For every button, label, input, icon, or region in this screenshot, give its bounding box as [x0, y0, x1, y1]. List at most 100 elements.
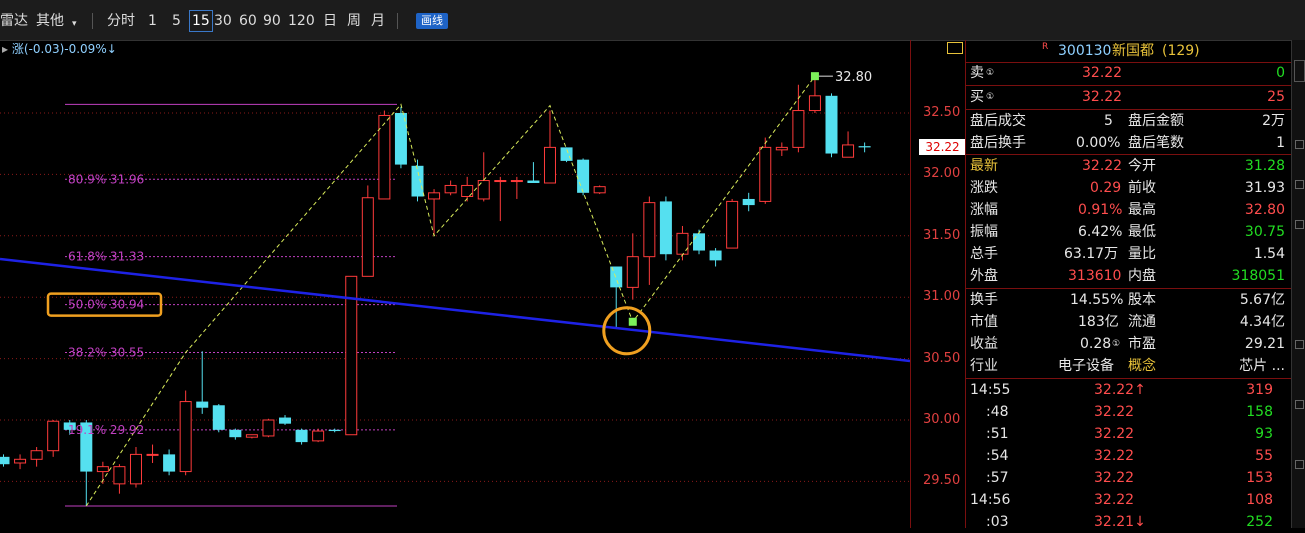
stock-header[interactable]: R 300130 新国都 (129) [966, 40, 1291, 62]
candle-body-up [312, 430, 325, 442]
mcap-value: 183亿 [1078, 314, 1119, 330]
after-deal-value: 5 [1104, 113, 1113, 129]
stock-name: 新国都 [1112, 43, 1154, 59]
eps-note-icon: ① [1112, 339, 1121, 349]
sell-price: 32.22 [1082, 65, 1123, 81]
period-15[interactable]: 15 [189, 10, 213, 32]
panel-icon[interactable] [1295, 340, 1304, 349]
change-value: 0.29 [1090, 180, 1122, 196]
candle-body-down [279, 417, 292, 424]
period-1[interactable]: 1 [148, 11, 157, 31]
ratio-value: 1.54 [1253, 246, 1285, 262]
candle-body-down [295, 429, 308, 443]
kline-chart[interactable]: ▸ 涨(-0.03)-0.09%↓ 32.80 80.9% 31.96 61.8% … [0, 40, 910, 528]
buy-level-icon: ① [986, 92, 995, 102]
buy-volume: 25 [1267, 89, 1285, 105]
tick-price: 32.22 [1094, 426, 1135, 442]
after-hours-row-1: 盘后成交 5 盘后金额 2万 [966, 110, 1291, 132]
industry-label: 行业 [970, 358, 998, 374]
prev-close-label: 前收 [1128, 180, 1156, 196]
tick-volume: 108 [1246, 492, 1273, 508]
panel-icon[interactable] [1295, 140, 1304, 149]
ratio-label: 量比 [1128, 246, 1156, 262]
candle-body-down [527, 180, 540, 183]
concept-value[interactable]: 芯片 ... [1239, 355, 1285, 377]
open-value: 31.28 [1244, 158, 1285, 174]
tick-row: :03 32.21↓ 252 [966, 511, 1291, 533]
candle-body-up [808, 95, 821, 112]
period-minute[interactable]: 分时 [107, 11, 135, 31]
panel-icon[interactable] [1295, 400, 1304, 409]
period-month[interactable]: 月 [371, 11, 385, 31]
after-count-label: 盘后笔数 [1128, 135, 1184, 151]
period-60[interactable]: 60 [239, 11, 257, 31]
tick-volume: 93 [1255, 426, 1273, 442]
outer-value: 313610 [1068, 268, 1122, 284]
quote-panel: R 300130 新国都 (129) 卖① 32.22 0 买① 32.22 2… [965, 40, 1291, 530]
window-toggle-icon[interactable] [947, 42, 963, 54]
after-count-value: 1 [1276, 135, 1285, 151]
right-scrollbar[interactable] [1291, 40, 1305, 528]
period-30[interactable]: 30 [214, 11, 232, 31]
tick-volume: 252 [1246, 514, 1273, 530]
tick-time: :48 [986, 404, 1009, 420]
period-5[interactable]: 5 [172, 11, 181, 31]
divider [92, 13, 93, 29]
tick-row: :54 32.22 55 [966, 445, 1291, 467]
chevron-down-icon[interactable]: ▾ [72, 14, 77, 34]
fib-label: 50.0% 30.94 [68, 298, 144, 312]
candle-body-down [693, 233, 706, 251]
turnover-label: 换手 [970, 292, 998, 308]
outer-label: 外盘 [970, 268, 998, 284]
sell-row[interactable]: 卖① 32.22 0 [966, 62, 1291, 84]
period-120[interactable]: 120 [288, 11, 315, 31]
panel-icon[interactable] [1295, 180, 1304, 189]
price-axis-label: 32.50 [923, 105, 961, 120]
equity-label: 股本 [1128, 292, 1156, 308]
tick-time: :54 [986, 448, 1009, 464]
draw-line-button[interactable]: 画线 [416, 13, 448, 29]
quote-row-amp: 振幅 6.42% 最低 30.75 [966, 221, 1291, 243]
period-90[interactable]: 90 [263, 11, 281, 31]
quote-row-outer: 外盘 313610 内盘 318051 [966, 265, 1291, 287]
candle-body-up [345, 275, 358, 436]
low-marker [628, 317, 637, 326]
period-day[interactable]: 日 [323, 11, 337, 31]
volume-value: 63.17万 [1064, 246, 1119, 262]
pct-value: 0.91% [1078, 202, 1123, 218]
candle-body-up [179, 401, 192, 473]
candle-body-down [659, 201, 672, 255]
tick-row: 14:56 32.22 108 [966, 489, 1291, 511]
candle-body-up [378, 114, 391, 200]
other-menu[interactable]: 其他 [36, 11, 64, 31]
sell-volume: 0 [1276, 65, 1285, 81]
current-price-value: 32.22 [925, 140, 960, 155]
candle-body-up [129, 453, 142, 485]
current-price-tag: 32.22 [919, 139, 966, 156]
candle-body-up [47, 420, 60, 452]
quote-row-industry[interactable]: 行业 电子设备 概念 芯片 ... [966, 355, 1291, 377]
panel-icon[interactable] [1295, 460, 1304, 469]
radar-menu[interactable]: 雷达 [0, 11, 28, 31]
scroll-handle[interactable] [1294, 60, 1305, 82]
tick-row: :57 32.22 153 [966, 467, 1291, 489]
candle-body-up [477, 180, 490, 200]
after-amount-value: 2万 [1262, 113, 1285, 129]
after-turnover-label: 盘后换手 [970, 135, 1026, 151]
buy-row[interactable]: 买① 32.22 25 [966, 86, 1291, 108]
tick-time: :57 [986, 470, 1009, 486]
candle-body-up [494, 180, 507, 183]
float-value: 4.34亿 [1239, 314, 1285, 330]
panel-icon[interactable] [1295, 220, 1304, 229]
open-label: 今开 [1128, 158, 1156, 174]
candle-body-up [792, 110, 805, 148]
price-axis-label: 30.50 [923, 350, 961, 366]
fib-label: 80.9% 31.96 [68, 172, 144, 186]
pe-value: 29.21 [1244, 336, 1285, 352]
pct-label: 涨幅 [970, 202, 998, 218]
industry-value[interactable]: 电子设备 [1058, 355, 1114, 377]
candle-body-down [328, 429, 341, 432]
period-week[interactable]: 周 [347, 11, 361, 31]
after-deal-label: 盘后成交 [970, 113, 1026, 129]
tick-volume: 55 [1255, 448, 1273, 464]
